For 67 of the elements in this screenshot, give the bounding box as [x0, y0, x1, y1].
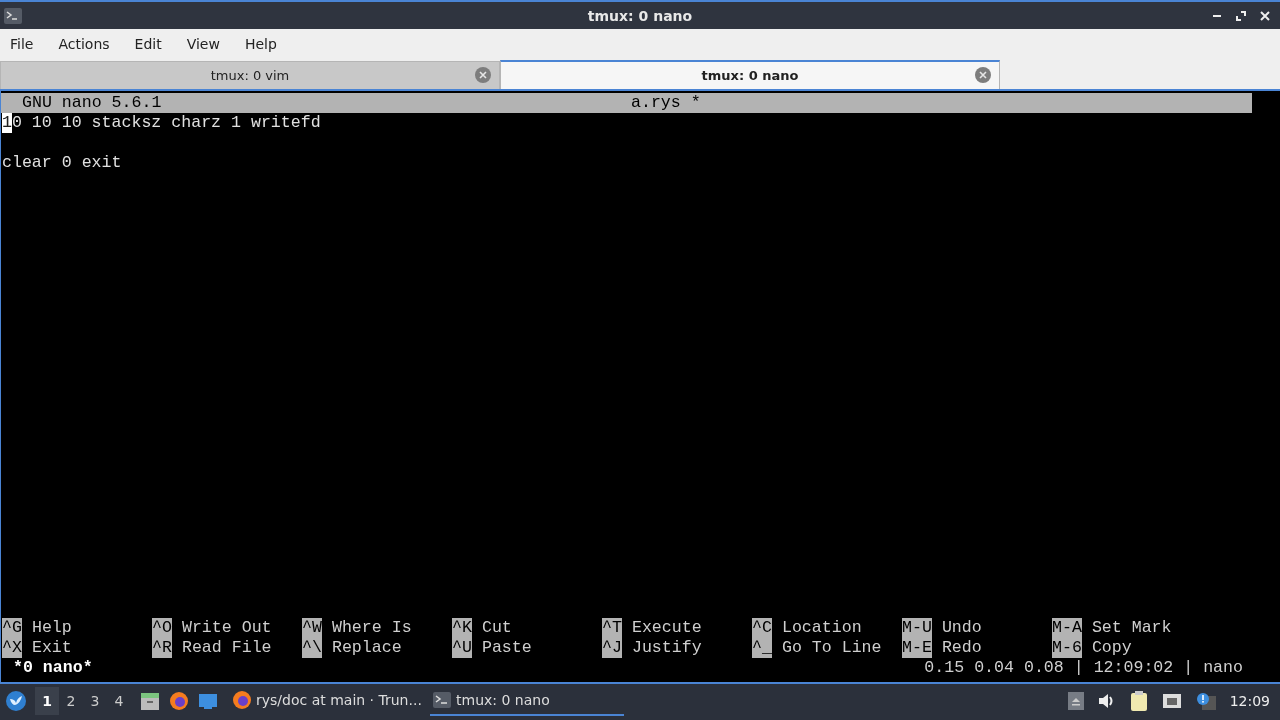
- taskbar-button[interactable]: rys/doc at main · Trun...: [230, 685, 424, 716]
- shortcut-label: Location: [781, 618, 862, 638]
- shortcut-key: ^\: [302, 638, 322, 658]
- shortcut-key: ^R: [152, 638, 172, 658]
- shortcut-label: Exit: [31, 638, 72, 658]
- close-icon[interactable]: [1260, 10, 1270, 21]
- tmux-window-label: *0 nano*: [13, 658, 93, 678]
- terminal-screen[interactable]: [0, 89, 1280, 684]
- shortcut-label: Copy: [1091, 638, 1132, 658]
- shortcut-key: ^W: [302, 618, 322, 638]
- menu-item[interactable]: Help: [244, 35, 277, 52]
- file-name: a.rys *: [631, 93, 701, 113]
- text-line: clear 0 exit: [2, 153, 122, 173]
- shortcut-key: ^K: [452, 618, 472, 638]
- shortcut-key: ^T: [602, 618, 622, 638]
- shortcut-label: Redo: [941, 638, 982, 658]
- shortcut-label: Replace: [331, 638, 402, 658]
- menu-item[interactable]: View: [186, 35, 220, 52]
- shortcut-label: Go To Line: [781, 638, 882, 658]
- shortcut-label: Write Out: [181, 618, 272, 638]
- shortcut-key: ^C: [752, 618, 772, 638]
- tmux-status-info: 0.15 0.04 0.08 | 12:09:02 | nano: [924, 658, 1243, 678]
- shortcut-key: ^J: [602, 638, 622, 658]
- shortcut-label: Help: [31, 618, 72, 638]
- shortcut-label: Justify: [631, 638, 702, 658]
- menu-item[interactable]: File: [10, 35, 34, 52]
- terminal-icon: [4, 7, 22, 24]
- shortcut-label: Execute: [631, 618, 702, 638]
- menu-item[interactable]: Actions: [58, 35, 110, 52]
- tab[interactable]: tmux: 0 nano: [500, 60, 1000, 89]
- terminal-icon: [432, 689, 452, 710]
- file-manager-icon[interactable]: [140, 690, 160, 711]
- workspace-button[interactable]: 4: [107, 686, 131, 715]
- shortcut-label: Set Mark: [1091, 618, 1172, 638]
- tab[interactable]: tmux: 0 vim: [0, 61, 500, 89]
- shortcut-key: ^U: [452, 638, 472, 658]
- workspace-button[interactable]: 1: [35, 686, 59, 715]
- taskbar-button[interactable]: tmux: 0 nano: [430, 685, 624, 716]
- browser-icon: [232, 689, 252, 710]
- maximize-icon[interactable]: [1236, 10, 1246, 21]
- shortcut-key: ^O: [152, 618, 172, 638]
- app-version: GNU nano 5.6.1: [22, 93, 162, 113]
- close-tab-icon[interactable]: [975, 67, 991, 83]
- menu-item[interactable]: Edit: [134, 35, 162, 52]
- clock: 12:09: [1229, 692, 1270, 709]
- shortcut-key: M-6: [1052, 638, 1082, 658]
- shortcut-key: ^G: [2, 618, 22, 638]
- clipboard-icon[interactable]: [1129, 689, 1148, 712]
- shortcut-key: M-U: [902, 618, 932, 638]
- shortcut-key: M-A: [1052, 618, 1082, 638]
- start-menu-icon[interactable]: [5, 689, 27, 712]
- network-icon[interactable]: [1161, 692, 1182, 709]
- text-line: 10 10 10 stacksz charz 1 writefd: [2, 113, 321, 133]
- shortcut-label: Paste: [481, 638, 532, 658]
- shortcut-label: Undo: [941, 618, 982, 638]
- shortcut-label: Where Is: [331, 618, 412, 638]
- workspace-button[interactable]: 3: [83, 686, 107, 715]
- workspace-button[interactable]: 2: [59, 686, 83, 715]
- shortcut-key: ^X: [2, 638, 22, 658]
- notification-icon[interactable]: [1195, 691, 1216, 710]
- close-tab-icon[interactable]: [475, 67, 491, 83]
- browser-icon[interactable]: [169, 690, 189, 711]
- window-title: tmux: 0 nano: [587, 7, 693, 24]
- shortcut-label: Cut: [481, 618, 512, 638]
- shortcut-label: Read File: [181, 638, 272, 658]
- shortcut-key: M-E: [902, 638, 932, 658]
- shortcut-key: ^_: [752, 638, 772, 658]
